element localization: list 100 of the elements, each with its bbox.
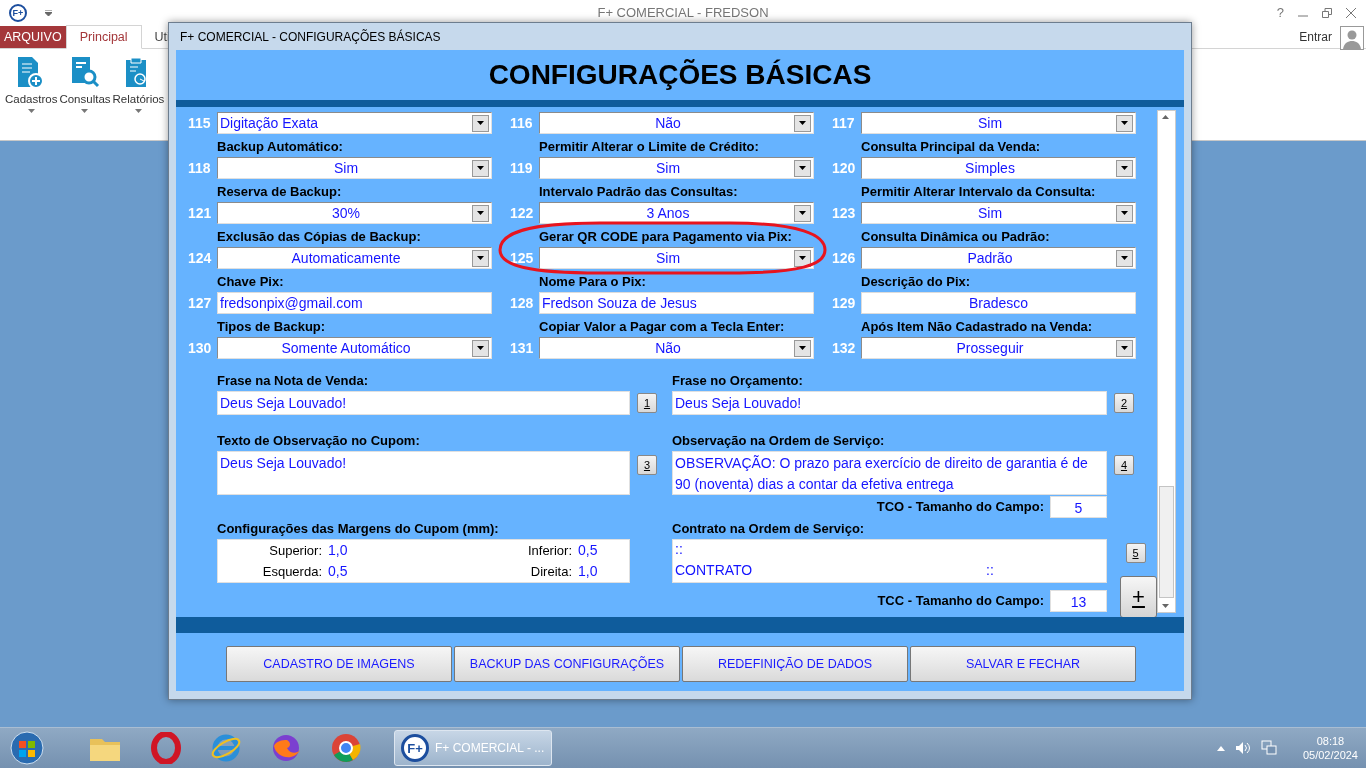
restore-icon[interactable]	[1322, 7, 1332, 18]
dropdown-button[interactable]	[472, 204, 489, 222]
field-label: Observação na Ordem de Serviço:	[672, 432, 886, 450]
dropdown-button[interactable]	[472, 249, 489, 267]
dropdown-arrow-icon	[799, 121, 806, 125]
dropdown-button[interactable]	[472, 114, 489, 132]
input-field[interactable]: 5	[1050, 496, 1107, 518]
dropdown-field[interactable]: Digitação Exata	[217, 112, 492, 134]
ribbon-button[interactable]: Relatórios	[111, 49, 166, 140]
dropdown-arrow-icon	[1121, 166, 1128, 170]
dropdown-button[interactable]	[1116, 339, 1133, 357]
input-field[interactable]: fredsonpix@gmail.com	[217, 292, 492, 314]
field-label: TCO - Tamanho do Campo:	[876, 498, 1044, 516]
dropdown-arrow-icon	[799, 166, 806, 170]
dropdown-arrow-icon	[1121, 346, 1128, 350]
ribbon-button[interactable]: Consultas	[58, 49, 112, 140]
dropdown-field[interactable]: Sim	[539, 157, 814, 179]
input-field[interactable]: Bradesco	[861, 292, 1136, 314]
input-field[interactable]: Deus Seja Louvado!	[217, 391, 630, 415]
dropdown-button[interactable]	[1116, 249, 1133, 267]
setting-number: 127	[188, 294, 213, 313]
dialog-title: F+ COMERCIAL - CONFIGURAÇÕES BÁSICAS	[179, 28, 442, 46]
setting-label: Backup Automático:	[217, 138, 344, 156]
dropdown-button[interactable]	[794, 339, 811, 357]
dropdown-field[interactable]: Automaticamente	[217, 247, 492, 269]
edit-button[interactable]: 2	[1114, 393, 1134, 413]
scroll-thumb[interactable]	[1159, 486, 1174, 598]
dropdown-field[interactable]: Não	[539, 112, 814, 134]
text-area[interactable]: OBSERVAÇÃO: O prazo para exercício de direito de garantia é de 90 (noventa) dias a contar da efetiva entrega	[672, 451, 1107, 495]
dropdown-button[interactable]	[794, 249, 811, 267]
dropdown-field[interactable]: Sim	[861, 112, 1136, 134]
scrollbar[interactable]	[1157, 110, 1176, 613]
field-label: Configurações das Margens do Cupom (mm):	[217, 520, 500, 538]
ribbon-button[interactable]: Cadastros	[4, 49, 59, 140]
dropdown-field[interactable]: 3 Anos	[539, 202, 814, 224]
text-area[interactable]: Deus Seja Louvado!	[217, 451, 630, 495]
start-button[interactable]	[10, 731, 44, 765]
ribbon-tab[interactable]: ARQUIVO	[0, 26, 66, 48]
setting-label: Tipos de Backup:	[217, 318, 327, 336]
setting-label: Permitir Alterar Intervalo da Consulta:	[861, 183, 1097, 201]
setting-label: Nome Para o Pix:	[539, 273, 647, 291]
dropdown-field[interactable]: 30%	[217, 202, 492, 224]
caret-icon[interactable]	[1216, 745, 1225, 751]
dropdown-button[interactable]	[794, 159, 811, 177]
close-icon[interactable]	[1346, 7, 1356, 18]
action-button[interactable]: CADASTRO DE IMAGENS	[226, 646, 452, 682]
edit-button[interactable]: 5	[1125, 543, 1146, 563]
field-label: Frase na Nota de Venda:	[217, 372, 369, 390]
setting-label: Intervalo Padrão das Consultas:	[539, 183, 739, 201]
dropdown-button[interactable]	[472, 159, 489, 177]
dropdown-arrow-icon	[1121, 256, 1128, 260]
dropdown-field[interactable]: Somente Automático	[217, 337, 492, 359]
dropdown-button[interactable]	[794, 114, 811, 132]
dropdown-field[interactable]: Sim	[217, 157, 492, 179]
user-avatar-icon[interactable]	[1340, 26, 1364, 50]
sign-in-link[interactable]: Entrar	[1299, 30, 1332, 44]
setting-number: 129	[832, 294, 857, 313]
margin-value[interactable]: 0,5	[328, 561, 468, 582]
dropdown-arrow-icon	[477, 121, 484, 125]
action-button[interactable]: SALVAR E FECHAR	[910, 646, 1136, 682]
ribbon-tab[interactable]: Principal	[65, 25, 142, 49]
action-button[interactable]: BACKUP DAS CONFIGURAÇÕES	[454, 646, 680, 682]
speaker-icon[interactable]	[1234, 741, 1251, 755]
action-button[interactable]: REDEFINIÇÃO DE DADOS	[682, 646, 908, 682]
dropdown-button[interactable]	[794, 204, 811, 222]
margin-value[interactable]: 1,0	[578, 561, 658, 582]
dropdown-field[interactable]: Padrão	[861, 247, 1136, 269]
taskbar-window-button[interactable]: F+ F+ COMERCIAL - ...	[394, 730, 552, 766]
help-button[interactable]: ?	[1276, 5, 1284, 20]
field-label: Texto de Observação no Cupom:	[217, 432, 421, 450]
setting-number: 130	[188, 339, 213, 358]
dropdown-arrow-icon	[477, 211, 484, 215]
margin-value[interactable]: 1,0	[328, 540, 468, 561]
setting-number: 123	[832, 204, 857, 223]
dropdown-field[interactable]: Não	[539, 337, 814, 359]
text-area[interactable]: :: CONTRATO ::	[672, 539, 1107, 583]
dropdown-button[interactable]	[1116, 114, 1133, 132]
dropdown-field[interactable]: Prosseguir	[861, 337, 1136, 359]
dropdown-button[interactable]	[1116, 159, 1133, 177]
edit-button[interactable]: 1	[637, 393, 657, 413]
margin-label: Esquerda:	[261, 563, 323, 581]
add-button[interactable]: +	[1120, 576, 1157, 618]
margin-value[interactable]: 0,5	[578, 540, 658, 561]
setting-label: Gerar QR CODE para Pagamento via Pix:	[539, 228, 793, 246]
dropdown-field[interactable]: Sim	[539, 247, 814, 269]
input-field[interactable]: Deus Seja Louvado!	[672, 391, 1107, 415]
edit-button[interactable]: 4	[1114, 455, 1134, 475]
edit-button[interactable]: 3	[637, 455, 657, 475]
dropdown-button[interactable]	[1116, 204, 1133, 222]
input-field[interactable]: 13	[1050, 589, 1107, 612]
quick-access-icon[interactable]	[45, 9, 52, 16]
dropdown-field[interactable]: Sim	[861, 202, 1136, 224]
dropdown-button[interactable]	[472, 339, 489, 357]
margin-label: Inferior:	[526, 542, 573, 560]
wheel-icon[interactable]	[330, 732, 362, 764]
setting-label: Chave Pix:	[217, 273, 285, 291]
setting-label: Copiar Valor a Pagar com a Tecla Enter:	[539, 318, 786, 336]
dropdown-field[interactable]: Simples	[861, 157, 1136, 179]
network-icon[interactable]	[1260, 740, 1277, 756]
input-field[interactable]: Fredson Souza de Jesus	[539, 292, 814, 314]
